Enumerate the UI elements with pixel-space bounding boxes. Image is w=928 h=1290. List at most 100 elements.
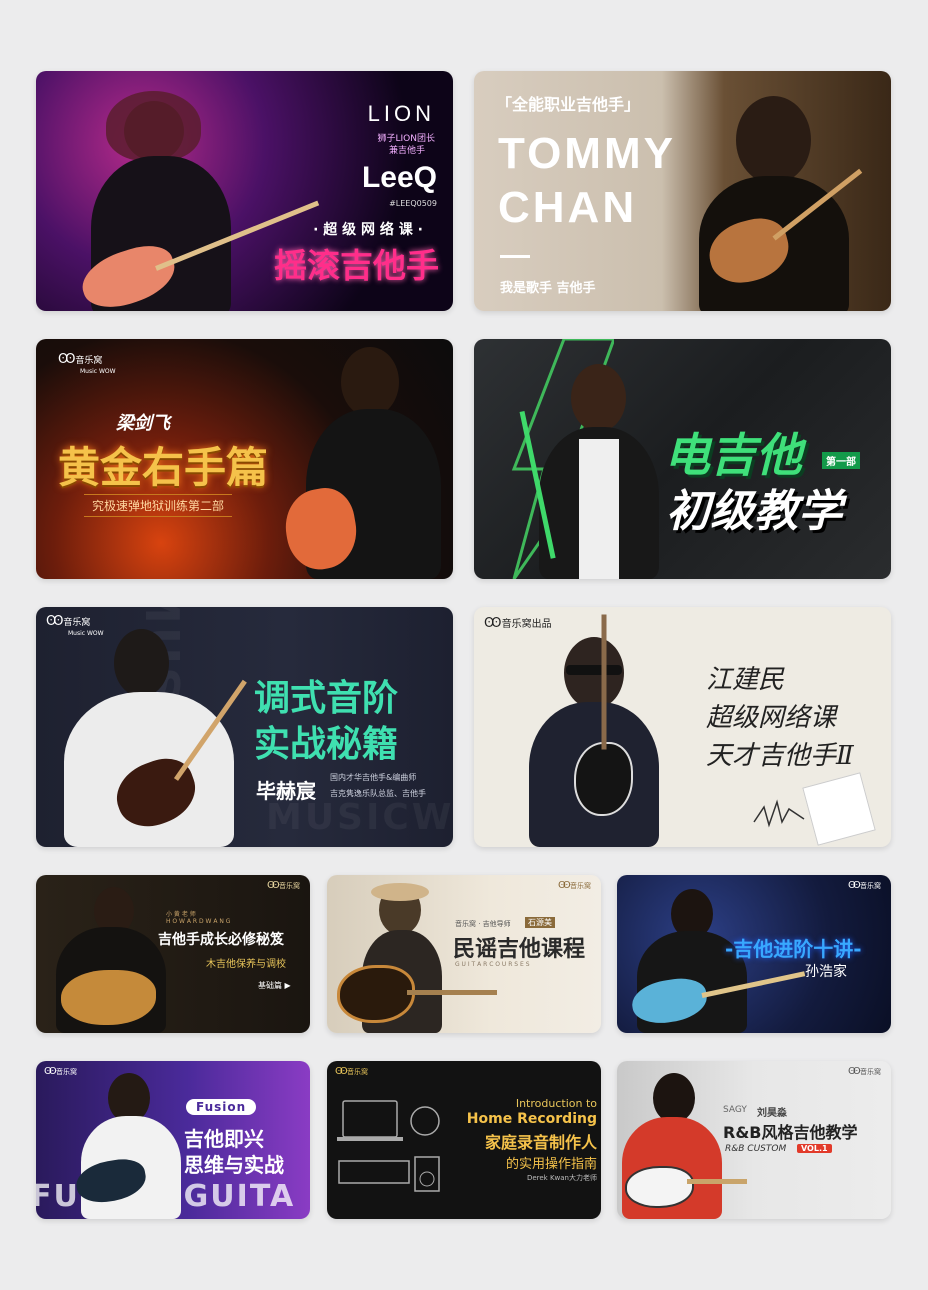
owl-icon: ʘʘ xyxy=(58,352,76,367)
course-card-leeq[interactable]: LION 狮子LION团长 兼吉他手 LeeQ #LEEQ0509 · 超 级 … xyxy=(36,71,453,311)
sunglasses xyxy=(566,665,622,675)
teacher-name-logo: LeeQ xyxy=(361,161,437,194)
course-title-line2: 思维与实战 xyxy=(184,1153,284,1177)
part-badge: 第一部 xyxy=(822,452,860,469)
owl-icon: ʘʘ xyxy=(558,880,571,891)
guitar-shape xyxy=(61,970,156,1025)
studio-gear-icon xyxy=(337,1100,440,1192)
teacher-name: 孙浩家 xyxy=(805,964,847,980)
eyebrow-en: H O W A R D W A N G xyxy=(166,918,231,925)
teacher-photo xyxy=(341,347,399,417)
breadcrumb: 音乐窝 · 吉他导师 xyxy=(455,920,511,928)
course-card-golden-right-hand[interactable]: ʘʘ 音乐窝 Music WOW 梁剑飞 黄金右手篇 究极速弹地狱训练第二部 xyxy=(36,339,453,579)
volume-badge: VOL.1 xyxy=(797,1144,832,1153)
logo-text: 音乐窝 xyxy=(860,1068,881,1076)
logo-text: 音乐窝 xyxy=(55,1068,77,1076)
eyebrow-cn: 小 黄 老 师 xyxy=(166,911,196,918)
teacher-name: 毕赫宸 xyxy=(256,779,316,803)
guitar-shape xyxy=(574,742,633,816)
author: Derek Kwan大力老师 xyxy=(526,1174,597,1182)
course-card-jiang-jianmin[interactable]: ʘʘ 音乐窝出品 江建民 超级网络课 天才吉他手Ⅱ xyxy=(474,607,891,847)
intro-text: Introduction to xyxy=(515,1097,597,1110)
owl-icon: ʘʘ xyxy=(848,880,861,891)
level-tag: 基础篇 ▶ xyxy=(258,981,291,990)
logo-text: 音乐窝 xyxy=(63,618,91,628)
logo-text: 音乐窝 xyxy=(570,882,591,890)
teacher-name: 刘昊淼 xyxy=(757,1108,787,1119)
signature-icon xyxy=(753,799,805,828)
owl-icon: ʘʘ xyxy=(267,880,280,891)
course-title: 民谣吉他课程 xyxy=(453,937,586,962)
course-card-electric-guitar-beginner[interactable]: 电吉他 第一部 初级教学 xyxy=(474,339,891,579)
teacher-badge: 石源美 xyxy=(525,917,555,928)
course-subtitle: 的实用操作指南 xyxy=(505,1157,597,1172)
course-title-en: Home Recording xyxy=(466,1111,597,1127)
course-card-rnb-guitar[interactable]: ʘʘ 音乐窝 SAGY 刘昊淼 R&B风格吉他教学 R&B CUSTOM VOL… xyxy=(617,1061,891,1219)
course-subtitle: · 超 级 网 络 课 · xyxy=(313,222,423,238)
logo-subtext: Music WOW xyxy=(68,630,104,637)
guitar-shape xyxy=(337,965,415,1023)
course-title-line2: 初级教学 xyxy=(666,486,842,537)
teacher-photo xyxy=(571,364,626,432)
owl-icon: ʘʘ xyxy=(44,1066,57,1077)
musicwow-logo: ʘʘ 音乐窝 xyxy=(267,881,300,891)
teacher-name: 梁剑飞 xyxy=(116,413,170,434)
teacher-photo xyxy=(114,629,169,697)
course-title-line1: 吉他即兴 xyxy=(184,1127,264,1151)
musicwow-logo: ʘʘ 音乐窝 Music WOW xyxy=(46,614,104,639)
musicwow-logo: ʘʘ 音乐窝 xyxy=(44,1067,77,1077)
headline-line1: 江建民 xyxy=(706,665,785,695)
course-title: -吉他进阶十讲- xyxy=(725,937,862,961)
headline-line3: 天才吉他手Ⅱ xyxy=(706,741,854,771)
course-subtitle: G U I T A R C O U R S E S xyxy=(455,961,530,968)
course-title: 摇滚吉他手 xyxy=(274,246,439,285)
course-card-home-recording[interactable]: ʘʘ 音乐窝 Introduction to Home Recording 家庭… xyxy=(327,1061,601,1219)
course-card-guitar-advanced-10[interactable]: ʘʘ 音乐窝 -吉他进阶十讲- 孙浩家 xyxy=(617,875,891,1033)
logo-text: 音乐窝 xyxy=(75,356,103,366)
hat xyxy=(371,883,429,901)
course-title: R&B风格吉他教学 xyxy=(723,1123,858,1142)
owl-icon: ʘʘ xyxy=(848,1066,861,1077)
guitar-neck xyxy=(601,614,607,750)
brand-logo: LION xyxy=(367,101,435,126)
course-title: 吉他手成长必修秘笈 xyxy=(158,932,284,948)
course-card-guitar-maintenance[interactable]: ʘʘ 音乐窝 小 黄 老 师 H O W A R D W A N G 吉他手成长… xyxy=(36,875,310,1033)
logo-text: 音乐窝 xyxy=(279,882,300,890)
fusion-badge: Fusion xyxy=(186,1099,257,1115)
course-subtitle: 究极速弹地狱训练第二部 xyxy=(84,494,233,517)
course-title-line2: 实战秘籍 xyxy=(254,724,399,765)
course-card-tommy-chan[interactable]: 「全能职业吉他手」 TOMMY CHAN 我是歌手 吉他手 xyxy=(474,71,891,311)
headline-line2: 超级网络课 xyxy=(706,703,837,733)
teacher-photo xyxy=(736,96,811,184)
tagline: 「全能职业吉他手」 xyxy=(496,95,641,114)
course-card-fusion-improv[interactable]: ʘʘ 音乐窝 FUSION GUITA Fusion 吉他即兴 思维与实战 xyxy=(36,1061,310,1219)
hair-shape xyxy=(106,91,201,161)
guitar-neck xyxy=(407,990,497,995)
musicwow-logo: ʘʘ 音乐窝 xyxy=(558,881,591,891)
teacher-photo xyxy=(653,1073,695,1123)
book-image xyxy=(802,772,876,846)
course-subtitle: 木吉他保养与调校 xyxy=(206,959,286,970)
teacher-name-line2: CHAN xyxy=(498,183,638,232)
teacher-name-line1: TOMMY xyxy=(498,129,676,178)
teacher-desc-line2: 吉克隽逸乐队总监、吉他手 xyxy=(330,789,426,798)
eyebrow: SAGY xyxy=(723,1105,747,1115)
musicwow-logo: ʘʘ 音乐窝 xyxy=(848,881,881,891)
hashtag: #LEEQ0509 xyxy=(389,199,437,208)
logo-text: 音乐窝 xyxy=(860,882,881,890)
course-subtitle: R&B CUSTOM xyxy=(725,1144,787,1154)
logo-text: 音乐窝 xyxy=(346,1068,368,1076)
course-card-modal-scales[interactable]: MUSICWOW MUSICWOW ʘʘ 音乐窝 Music WOW 调式音阶 … xyxy=(36,607,453,847)
caption: 我是歌手 吉他手 xyxy=(500,281,596,296)
course-title: 黄金右手篇 xyxy=(58,443,269,492)
musicwow-logo: ʘʘ 音乐窝 xyxy=(335,1067,368,1077)
brand-sub-line2: 兼吉他手 xyxy=(388,146,425,156)
course-card-folk-guitar[interactable]: ʘʘ 音乐窝 音乐窝 · 吉他导师 石源美 民谣吉他课程 G U I T A R… xyxy=(327,875,601,1033)
shirt xyxy=(579,439,619,579)
course-title-line1: 调式音阶 xyxy=(254,678,399,719)
owl-icon: ʘʘ xyxy=(46,614,64,629)
musicwow-logo: ʘʘ 音乐窝出品 xyxy=(484,617,552,630)
teacher-desc-line1: 国内才华吉他手&编曲师 xyxy=(330,773,417,782)
course-title-cn: 家庭录音制作人 xyxy=(484,1133,597,1152)
divider xyxy=(500,255,530,258)
